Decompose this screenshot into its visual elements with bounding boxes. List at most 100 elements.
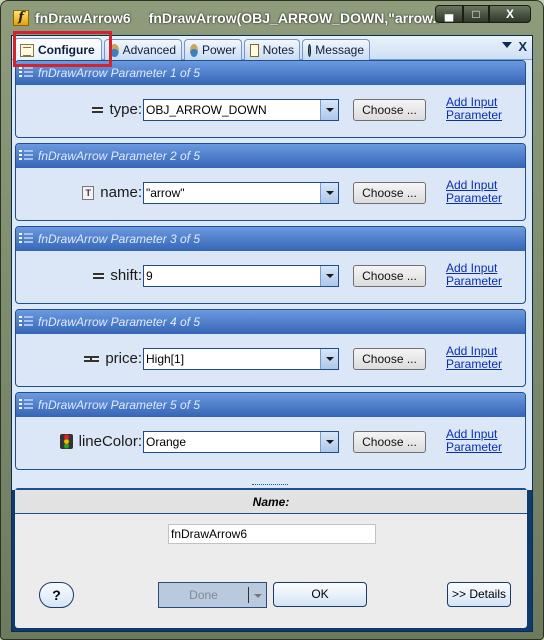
parameter-label: price: — [84, 350, 142, 367]
grip-icon[interactable] — [19, 150, 33, 161]
name-header: Name: — [15, 490, 527, 514]
tab-notes[interactable]: Notes — [244, 39, 300, 60]
tab-power[interactable]: Power — [184, 39, 242, 60]
choose-button[interactable]: Choose ... — [353, 265, 426, 287]
parameter-value-combo[interactable]: Orange — [143, 431, 339, 453]
details-button[interactable]: >> Details — [447, 582, 511, 607]
dialog-window: f fnDrawArrow6 fnDrawArrow(OBJ_ARROW_DOW… — [0, 0, 544, 640]
chevron-down-icon[interactable] — [320, 349, 338, 369]
help-button[interactable]: ? — [39, 582, 74, 608]
text-icon: T — [82, 185, 95, 200]
link-line: Parameter — [446, 440, 503, 454]
minimize-icon: ▄ — [444, 7, 454, 21]
grip-icon — [252, 484, 288, 487]
parameter-header-text: fnDrawArrow Parameter 3 of 5 — [38, 232, 201, 246]
choose-button[interactable]: Choose ... — [353, 348, 426, 370]
grip-icon[interactable] — [19, 67, 33, 78]
grip-icon[interactable] — [19, 233, 33, 244]
parameter-header-text: fnDrawArrow Parameter 2 of 5 — [38, 149, 201, 163]
wizard-icon — [190, 43, 198, 57]
minimize-button[interactable]: ▄ — [435, 5, 463, 23]
chevron-down-icon[interactable] — [320, 100, 338, 120]
done-button[interactable]: Done — [159, 583, 248, 607]
parameter-header: fnDrawArrow Parameter 1 of 5 — [16, 61, 525, 85]
double-line-icon — [84, 355, 100, 362]
link-line: Parameter — [446, 274, 503, 288]
window-controls: ▄ □ X — [435, 5, 531, 23]
tab-advanced[interactable]: Advanced — [104, 39, 182, 60]
chevron-down-icon[interactable] — [320, 183, 338, 203]
parameter-label: Tname: — [82, 184, 142, 201]
tab-label: Power — [201, 43, 236, 57]
parameter-group: fnDrawArrow Parameter 2 of 5 Tname: "arr… — [15, 143, 526, 221]
name-input[interactable]: fnDrawArrow6 — [168, 524, 376, 544]
add-input-parameter-link[interactable]: Add Input Parameter — [446, 428, 502, 454]
chevron-down-icon[interactable] — [254, 594, 262, 598]
link-line: Add Input — [446, 178, 498, 192]
parameter-header: fnDrawArrow Parameter 2 of 5 — [16, 144, 525, 168]
combo-value: 9 — [146, 269, 153, 283]
choose-button[interactable]: Choose ... — [353, 431, 426, 453]
tab-label: Message — [315, 43, 364, 57]
ok-button[interactable]: OK — [273, 582, 367, 607]
add-input-parameter-link[interactable]: Add Input Parameter — [446, 262, 502, 288]
choose-button[interactable]: Choose ... — [353, 99, 426, 121]
parameter-value-combo[interactable]: High[1] — [143, 348, 339, 370]
client-area: Configure Advanced Power Notes Message X — [11, 35, 533, 632]
wizard-icon — [110, 43, 119, 57]
traffic-light-icon — [59, 434, 73, 449]
chevron-down-icon[interactable] — [320, 266, 338, 286]
parameters-panel: fnDrawArrow Parameter 1 of 5 type: OBJ_A… — [12, 60, 532, 484]
tab-label: Configure — [38, 43, 95, 57]
choose-button[interactable]: Choose ... — [353, 182, 426, 204]
combo-value: High[1] — [146, 352, 185, 366]
line-icon — [93, 272, 105, 279]
parameter-label: type: — [92, 101, 142, 118]
link-line: Add Input — [446, 261, 498, 275]
chevron-down-icon[interactable] — [320, 432, 338, 452]
maximize-button[interactable]: □ — [463, 5, 489, 23]
link-line: Add Input — [446, 427, 498, 441]
grip-icon[interactable] — [19, 399, 33, 410]
tab-configure[interactable]: Configure — [14, 38, 102, 61]
notes-icon — [250, 43, 259, 57]
add-input-parameter-link[interactable]: Add Input Parameter — [446, 345, 502, 371]
add-input-parameter-link[interactable]: Add Input Parameter — [446, 96, 502, 122]
window-title-name: fnDrawArrow6 — [35, 10, 131, 26]
parameter-header: fnDrawArrow Parameter 5 of 5 — [16, 393, 525, 417]
parameter-header-text: fnDrawArrow Parameter 4 of 5 — [38, 315, 201, 329]
parameter-value-combo[interactable]: OBJ_ARROW_DOWN — [143, 99, 339, 121]
function-icon: f — [13, 10, 29, 26]
parameter-label-text: type: — [109, 101, 142, 118]
globe-icon — [308, 43, 312, 57]
grip-icon[interactable] — [19, 316, 33, 327]
tab-strip: Configure Advanced Power Notes Message X — [12, 36, 532, 61]
link-line: Add Input — [446, 344, 498, 358]
tab-message[interactable]: Message — [302, 39, 370, 60]
parameter-value-combo[interactable]: "arrow" — [143, 182, 339, 204]
close-button[interactable]: X — [489, 5, 531, 23]
link-line: Add Input — [446, 95, 498, 109]
parameter-group: fnDrawArrow Parameter 5 of 5 lineColor: … — [15, 392, 526, 470]
line-icon — [92, 106, 104, 113]
combo-value: Orange — [146, 435, 187, 449]
title-bar[interactable]: f fnDrawArrow6 fnDrawArrow(OBJ_ARROW_DOW… — [5, 5, 539, 31]
parameter-header-text: fnDrawArrow Parameter 1 of 5 — [38, 66, 201, 80]
window-title-expression: fnDrawArrow(OBJ_ARROW_DOWN,"arrow... — [148, 10, 439, 26]
close-icon[interactable]: X — [518, 39, 527, 54]
combo-value: "arrow" — [146, 186, 185, 200]
done-split-button[interactable]: Done — [158, 582, 267, 608]
dropdown-triangle-icon[interactable] — [502, 42, 512, 48]
link-line: Parameter — [446, 357, 503, 371]
parameter-group: fnDrawArrow Parameter 3 of 5 shift: 9 Ch… — [15, 226, 526, 304]
name-panel: Name: fnDrawArrow6 ? Done OK >> Details — [15, 488, 527, 628]
parameter-value-combo[interactable]: 9 — [143, 265, 339, 287]
separator — [248, 587, 249, 603]
parameter-group: fnDrawArrow Parameter 4 of 5 price: High… — [15, 309, 526, 387]
parameter-label-text: lineColor: — [78, 433, 142, 450]
add-input-parameter-link[interactable]: Add Input Parameter — [446, 179, 502, 205]
parameter-label-text: shift: — [110, 267, 142, 284]
link-line: Parameter — [446, 191, 503, 205]
parameter-header: fnDrawArrow Parameter 3 of 5 — [16, 227, 525, 251]
parameter-label: lineColor: — [59, 433, 142, 450]
